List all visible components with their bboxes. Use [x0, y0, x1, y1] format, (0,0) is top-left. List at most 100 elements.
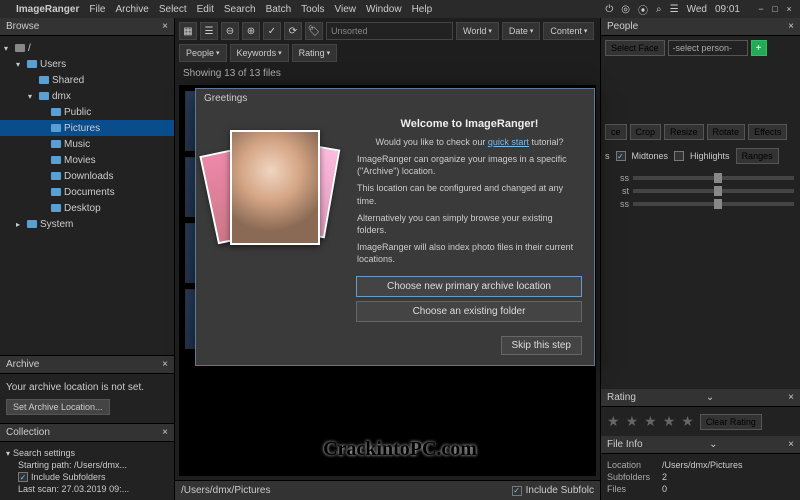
midtones-checkbox[interactable] — [616, 151, 626, 161]
check-icon[interactable]: ✓ — [263, 22, 281, 40]
right-sidebar: People × Select Face + ce Crop Resize Ro… — [600, 18, 800, 500]
menu-archive[interactable]: Archive — [115, 4, 148, 15]
menu-tools[interactable]: Tools — [301, 4, 324, 15]
folder-icon — [27, 220, 37, 228]
slider[interactable] — [633, 189, 794, 193]
star-icon[interactable]: ★ — [681, 413, 694, 430]
highlights-checkbox[interactable] — [674, 151, 684, 161]
status-icon[interactable]: ◎ — [621, 4, 630, 15]
folder-icon — [51, 204, 61, 212]
app-name[interactable]: ImageRanger — [16, 4, 79, 15]
tree-downloads[interactable]: Downloads — [0, 168, 174, 184]
tree-movies[interactable]: Movies — [0, 152, 174, 168]
tree-pictures[interactable]: Pictures — [0, 120, 174, 136]
tree-public[interactable]: Public — [0, 104, 174, 120]
last-scan: Last scan: 27.03.2019 09:... — [6, 484, 168, 494]
menu-batch[interactable]: Batch — [266, 4, 292, 15]
menu-select[interactable]: Select — [159, 4, 187, 15]
tree-shared[interactable]: Shared — [0, 72, 174, 88]
folder-icon — [39, 92, 49, 100]
include-subfolders-row[interactable]: Include Subfolders — [6, 472, 168, 482]
search-settings-row[interactable]: ▾Search settings — [6, 448, 168, 458]
tree-root[interactable]: ▾/ — [0, 40, 174, 56]
tree-users[interactable]: ▾Users — [0, 56, 174, 72]
folder-icon — [27, 60, 37, 68]
tree-music[interactable]: Music — [0, 136, 174, 152]
add-person-button[interactable]: + — [751, 40, 767, 56]
current-path: /Users/dmx/Pictures — [181, 485, 270, 496]
clear-rating-button[interactable]: Clear Rating — [700, 414, 762, 430]
choose-archive-button[interactable]: Choose new primary archive location — [356, 276, 582, 297]
menu-help[interactable]: Help — [412, 4, 433, 15]
filter-content[interactable]: Content — [543, 22, 594, 40]
star-icon[interactable]: ★ — [644, 413, 657, 430]
folder-icon — [39, 76, 49, 84]
people-close-icon[interactable]: × — [788, 21, 794, 32]
filter-rating[interactable]: Rating — [292, 44, 338, 62]
chevron-icon[interactable]: ⌄ — [706, 392, 714, 403]
fileinfo-close-icon[interactable]: × — [788, 439, 794, 450]
slider[interactable] — [633, 202, 794, 206]
tag-icon[interactable]: 🏷 — [305, 22, 323, 40]
folder-icon — [51, 156, 61, 164]
filter-keywords[interactable]: Keywords — [230, 44, 289, 62]
minimize-icon[interactable]: − — [756, 4, 766, 14]
tree-desktop[interactable]: Desktop — [0, 200, 174, 216]
menu-view[interactable]: View — [335, 4, 357, 15]
maximize-icon[interactable]: □ — [770, 4, 780, 14]
effects-button[interactable]: Effects — [748, 124, 787, 140]
rotate-button[interactable]: Rotate — [707, 124, 746, 140]
menu-file[interactable]: File — [89, 4, 105, 15]
welcome-subtitle: Would you like to check our quick start … — [357, 136, 582, 148]
star-icon[interactable]: ★ — [607, 413, 620, 430]
welcome-p2: This location can be configured and chan… — [357, 182, 582, 206]
filter-people[interactable]: People — [179, 44, 227, 62]
choose-folder-button[interactable]: Choose an existing folder — [356, 301, 582, 322]
grid-view-icon[interactable]: ▦ — [179, 22, 197, 40]
status-icon[interactable]: ⦿ — [638, 2, 648, 17]
folder-icon — [51, 188, 61, 196]
quick-start-link[interactable]: quick start — [488, 137, 529, 147]
tree-dmx[interactable]: ▾dmx — [0, 88, 174, 104]
close-icon[interactable]: × — [784, 4, 794, 14]
balance-button[interactable]: ce — [605, 124, 627, 140]
collection-close-icon[interactable]: × — [162, 427, 168, 438]
zoom-out-icon[interactable]: ⊖ — [221, 22, 239, 40]
include-subfolders-checkbox[interactable] — [18, 472, 28, 482]
filter-world[interactable]: World — [456, 22, 499, 40]
zoom-in-icon[interactable]: ⊕ — [242, 22, 260, 40]
archive-close-icon[interactable]: × — [162, 359, 168, 370]
select-person-input[interactable] — [668, 40, 748, 56]
browse-close-icon[interactable]: × — [162, 21, 168, 32]
rating-close-icon[interactable]: × — [788, 392, 794, 403]
star-icon[interactable]: ★ — [626, 413, 639, 430]
menubar-time[interactable]: 09:01 — [715, 4, 740, 15]
skip-button[interactable]: Skip this step — [501, 336, 582, 355]
path-bar: /Users/dmx/Pictures Include Subfolc — [175, 480, 600, 500]
ranges-button[interactable]: Ranges — [736, 148, 779, 164]
resize-button[interactable]: Resize — [664, 124, 704, 140]
list-view-icon[interactable]: ☰ — [200, 22, 218, 40]
search-icon[interactable]: ⌕ — [656, 4, 662, 15]
select-face-button[interactable]: Select Face — [605, 40, 665, 56]
rating-title: Rating — [607, 392, 636, 403]
set-archive-button[interactable]: Set Archive Location... — [6, 399, 110, 415]
menu-edit[interactable]: Edit — [197, 4, 214, 15]
menubar-day[interactable]: Wed — [687, 4, 707, 15]
archive-header: Archive × — [0, 356, 174, 374]
star-icon[interactable]: ★ — [663, 413, 676, 430]
slider[interactable] — [633, 176, 794, 180]
chevron-icon[interactable]: ⌄ — [709, 439, 717, 450]
include-subfolders-checkbox[interactable] — [512, 486, 522, 496]
browse-title: Browse — [6, 21, 39, 32]
control-center-icon[interactable]: ☰ — [670, 4, 679, 15]
crop-button[interactable]: Crop — [630, 124, 662, 140]
filter-date[interactable]: Date — [502, 22, 541, 40]
refresh-icon[interactable]: ⟳ — [284, 22, 302, 40]
status-icon[interactable]: ⏻ — [605, 4, 613, 15]
tree-system[interactable]: ▸System — [0, 216, 174, 232]
menu-window[interactable]: Window — [366, 4, 402, 15]
sort-input[interactable] — [326, 22, 453, 40]
tree-documents[interactable]: Documents — [0, 184, 174, 200]
menu-search[interactable]: Search — [224, 4, 256, 15]
